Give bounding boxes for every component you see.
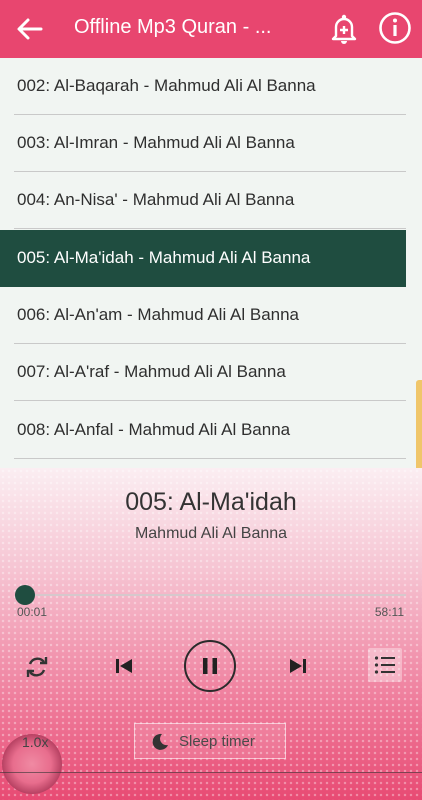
pause-icon: [203, 658, 217, 674]
list-item[interactable]: 003: Al-Imran - Mahmud Ali Al Banna: [0, 115, 406, 172]
playlist-button[interactable]: [368, 648, 402, 682]
divider: [14, 400, 406, 401]
app-title: Offline Mp3 Quran - ...: [74, 16, 272, 38]
playlist-icon: [374, 656, 395, 674]
list-item-label: 004: An-Nisa' - Mahmud Ali Al Banna: [17, 190, 295, 209]
sleep-timer-button[interactable]: Sleep timer: [134, 723, 286, 759]
list-item-label: 002: Al-Baqarah - Mahmud Ali Al Banna: [17, 76, 316, 95]
duration: 58:11: [374, 605, 404, 619]
now-playing-title: 005: Al-Ma'idah: [125, 488, 297, 516]
now-playing-artist: Mahmud Ali Al Banna: [134, 525, 288, 542]
divider: [14, 458, 406, 459]
playback-speed[interactable]: 1.0x: [22, 734, 48, 750]
list-item[interactable]: 004: An-Nisa' - Mahmud Ali Al Banna: [0, 172, 406, 229]
list-item-active[interactable]: 005: Al-Ma'idah - Mahmud Ali Al Banna: [0, 230, 406, 287]
player-panel: 005: Al-Ma'idah Mahmud Ali Al Banna 00:0…: [0, 468, 422, 800]
next-icon[interactable]: [283, 651, 313, 681]
list-item[interactable]: 006: Al-An'am - Mahmud Ali Al Banna: [0, 287, 406, 344]
list-item-label: 007: Al-A'raf - Mahmud Ali Al Banna: [17, 362, 286, 381]
alarm-add-icon[interactable]: [328, 12, 360, 46]
list-item-label: 006: Al-An'am - Mahmud Ali Al Banna: [17, 305, 300, 324]
moon-icon: [152, 733, 168, 750]
app-bar: Offline Mp3 Quran - ...: [0, 0, 422, 58]
back-arrow-icon[interactable]: [14, 14, 44, 44]
list-item[interactable]: 002: Al-Baqarah - Mahmud Ali Al Banna: [0, 58, 406, 115]
list-item[interactable]: 008: Al-Anfal - Mahmud Ali Al Banna: [0, 402, 406, 459]
list-item-label: 008: Al-Anfal - Mahmud Ali Al Banna: [17, 420, 291, 439]
list-item-label: 003: Al-Imran - Mahmud Ali Al Banna: [17, 133, 295, 152]
pause-button[interactable]: [184, 640, 236, 692]
playlist: 002: Al-Baqarah - Mahmud Ali Al Banna 00…: [0, 58, 422, 468]
seek-bar[interactable]: [24, 594, 406, 596]
divider: [0, 772, 422, 773]
list-item[interactable]: 007: Al-A'raf - Mahmud Ali Al Banna: [0, 344, 406, 401]
repeat-icon[interactable]: [22, 652, 52, 682]
current-time: 00:01: [17, 605, 48, 619]
scroll-handle[interactable]: [416, 380, 422, 475]
previous-icon[interactable]: [109, 651, 139, 681]
seek-thumb[interactable]: [15, 585, 35, 605]
list-item-label: 005: Al-Ma'idah - Mahmud Ali Al Banna: [17, 248, 311, 267]
info-icon[interactable]: [378, 11, 412, 45]
divider: [14, 228, 406, 229]
sleep-timer-label: Sleep timer: [179, 733, 255, 750]
